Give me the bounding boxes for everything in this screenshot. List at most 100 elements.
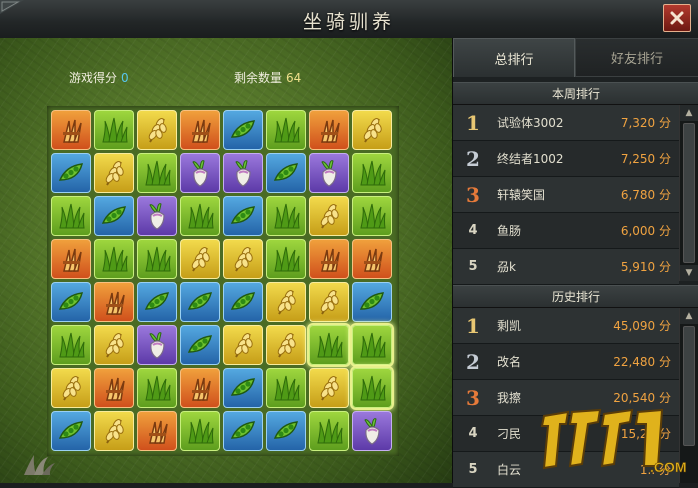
pea-pod-icon [58, 421, 83, 439]
board-tile-grass[interactable] [352, 196, 392, 236]
board-tile-wheat-bundle[interactable] [137, 411, 177, 451]
board-tile-grass[interactable] [137, 368, 177, 408]
board-tile-grass[interactable] [51, 325, 91, 365]
board-tile-pea-pod[interactable] [266, 153, 306, 193]
board-tile-wheat-ear[interactable] [266, 325, 306, 365]
tab-overall[interactable]: 总排行 [453, 38, 575, 77]
board-tile-pea-pod[interactable] [51, 282, 91, 322]
board-tile-grass[interactable] [180, 196, 220, 236]
score-value: 0 [121, 71, 129, 85]
board-tile-pea-pod[interactable] [223, 411, 263, 451]
board-tile-wheat-bundle[interactable] [51, 239, 91, 279]
board-tile-radish[interactable] [137, 325, 177, 365]
rank-number: 3 [466, 182, 480, 207]
board-tile-pea-pod[interactable] [266, 411, 306, 451]
board-tile-grass[interactable] [180, 411, 220, 451]
wheat-ear-icon [234, 333, 253, 358]
board-tile-grass[interactable] [94, 110, 134, 150]
board-tile-pea-pod[interactable] [180, 325, 220, 365]
board-tile-grass[interactable] [309, 411, 349, 451]
board-tile-grass[interactable] [309, 325, 349, 365]
board-tile-pea-pod[interactable] [352, 282, 392, 322]
board-tile-wheat-ear[interactable] [266, 282, 306, 322]
board-tile-pea-pod[interactable] [223, 110, 263, 150]
board-tile-wheat-ear[interactable] [94, 411, 134, 451]
board-tile-wheat-bundle[interactable] [309, 239, 349, 279]
board-tile-radish[interactable] [223, 153, 263, 193]
pea-pod-icon [230, 120, 255, 138]
player-score: 7,320 分 [620, 116, 671, 130]
board-tile-wheat-ear[interactable] [352, 110, 392, 150]
player-score: 22,480 分 [613, 355, 671, 369]
wheat-ear-icon [105, 333, 124, 358]
grass-icon [188, 203, 214, 229]
wheat-bundle-icon [192, 377, 211, 401]
grass-icon [274, 375, 300, 401]
board-tile-wheat-ear[interactable] [94, 325, 134, 365]
board-tile-pea-pod[interactable] [94, 196, 134, 236]
board-tile-wheat-ear[interactable] [309, 196, 349, 236]
player-score: 7,250 分 [620, 152, 671, 166]
pea-pod-icon [58, 163, 83, 181]
close-icon [670, 11, 684, 25]
close-button[interactable] [663, 4, 691, 32]
board-tile-wheat-ear[interactable] [180, 239, 220, 279]
board-tile-radish[interactable] [137, 196, 177, 236]
board-tile-grass[interactable] [266, 196, 306, 236]
tab-friends[interactable]: 好友排行 [575, 38, 698, 77]
board-tile-grass[interactable] [137, 153, 177, 193]
board-tile-wheat-bundle[interactable] [94, 368, 134, 408]
board-tile-radish[interactable] [309, 153, 349, 193]
scroll-down-icon[interactable]: ▼ [680, 265, 698, 281]
scroll-thumb[interactable] [683, 123, 695, 263]
scroll-up-icon[interactable]: ▲ [680, 105, 698, 121]
board-tile-wheat-ear[interactable] [223, 325, 263, 365]
board-tile-radish[interactable] [180, 153, 220, 193]
pea-pod-icon [101, 206, 126, 224]
board-tile-wheat-bundle[interactable] [180, 110, 220, 150]
board-tile-pea-pod[interactable] [51, 411, 91, 451]
board-tile-wheat-ear[interactable] [309, 368, 349, 408]
board-tile-grass[interactable] [266, 368, 306, 408]
board-tile-wheat-ear[interactable] [94, 153, 134, 193]
board-tile-grass[interactable] [352, 368, 392, 408]
board-tile-pea-pod[interactable] [223, 282, 263, 322]
board-tile-wheat-ear[interactable] [223, 239, 263, 279]
board-tile-grass[interactable] [51, 196, 91, 236]
board-tile-grass[interactable] [266, 239, 306, 279]
radish-icon [364, 418, 380, 445]
grass-icon [145, 160, 171, 186]
board-tile-wheat-bundle[interactable] [180, 368, 220, 408]
board-tile-pea-pod[interactable] [180, 282, 220, 322]
board-tile-grass[interactable] [352, 153, 392, 193]
player-name: 刕k [497, 260, 516, 274]
radish-icon [235, 160, 251, 187]
wheat-bundle-icon [106, 377, 125, 401]
board-tile-wheat-ear[interactable] [137, 110, 177, 150]
board-tile-grass[interactable] [352, 325, 392, 365]
weekly-scrollbar[interactable]: ▲ ▼ [679, 105, 698, 281]
board-tile-wheat-bundle[interactable] [309, 110, 349, 150]
board-tile-grass[interactable] [137, 239, 177, 279]
wheat-bundle-icon [149, 420, 168, 444]
scroll-up-icon[interactable]: ▲ [680, 308, 698, 324]
title-bar: 坐骑驯养 [0, 0, 698, 39]
board-tile-wheat-ear[interactable] [51, 368, 91, 408]
grass-icon [317, 418, 343, 444]
board-tile-pea-pod[interactable] [51, 153, 91, 193]
board-tile-pea-pod[interactable] [137, 282, 177, 322]
wheat-bundle-icon [192, 119, 211, 143]
board-tile-grass[interactable] [266, 110, 306, 150]
board-tile-pea-pod[interactable] [223, 196, 263, 236]
board-tile-wheat-bundle[interactable] [51, 110, 91, 150]
player-name: 试验体3002 [497, 116, 564, 130]
game-board [47, 106, 399, 456]
board-tile-grass[interactable] [94, 239, 134, 279]
board-tile-wheat-ear[interactable] [309, 282, 349, 322]
remaining-label: 剩余数量 [234, 71, 283, 85]
board-tile-wheat-bundle[interactable] [94, 282, 134, 322]
board-tile-wheat-bundle[interactable] [352, 239, 392, 279]
board-tile-radish[interactable] [352, 411, 392, 451]
board-tile-pea-pod[interactable] [223, 368, 263, 408]
pea-pod-icon [144, 292, 169, 310]
